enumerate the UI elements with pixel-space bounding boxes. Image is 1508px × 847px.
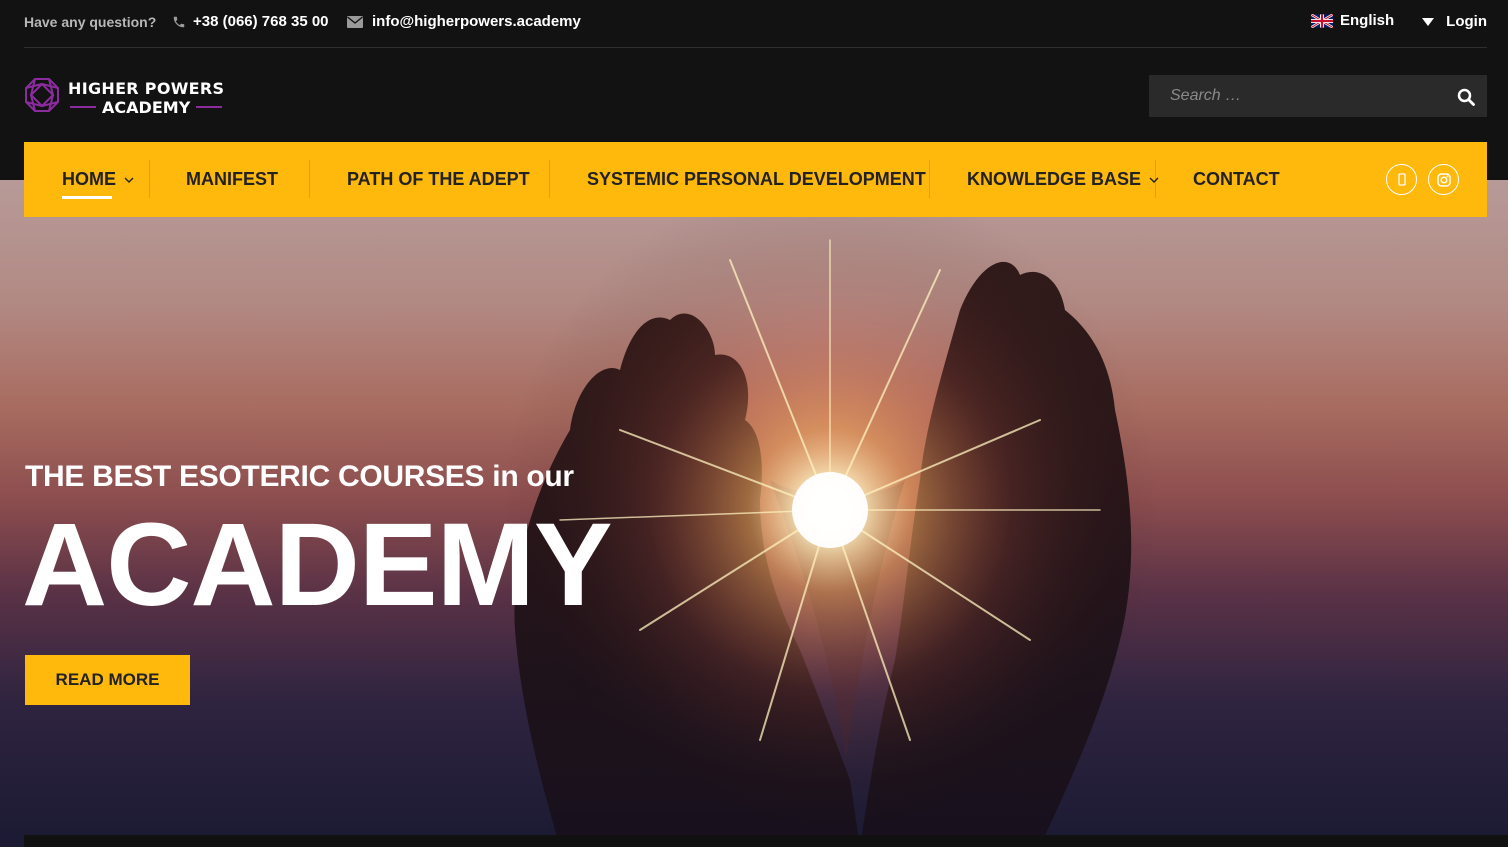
logo-line-2: ACADEMY: [102, 97, 191, 117]
nav-divider: [929, 160, 930, 198]
top-bar: Have any question? +38 (066) 768 35 00 i…: [0, 0, 1508, 48]
instagram-icon[interactable]: [1428, 164, 1459, 195]
chevron-down-icon: [124, 177, 134, 183]
login-menu[interactable]: Login: [1422, 13, 1487, 30]
nav-item-manifest[interactable]: MANIFEST: [186, 142, 278, 217]
hero-subtitle-bold: THE BEST ESOTERIC COURSES: [25, 460, 485, 493]
gem-icon: [24, 77, 60, 118]
nav-item-label: SYSTEMIC PERSONAL DEVELOPMENT: [587, 169, 926, 189]
question-label: Have any question?: [24, 14, 157, 30]
nav-item-label: PATH OF THE ADEPT: [347, 169, 530, 189]
nav-item-knowledge-base[interactable]: KNOWLEDGE BASE: [967, 142, 1159, 217]
phone-icon: [172, 15, 186, 29]
email-address: info@higherpowers.academy: [372, 13, 581, 30]
main-nav: HOME MANIFEST PATH OF THE ADEPT SYSTEMIC…: [24, 142, 1487, 217]
nav-item-label: MANIFEST: [186, 169, 278, 189]
nav-item-path-of-the-adept[interactable]: PATH OF THE ADEPT: [347, 142, 530, 217]
nav-divider: [149, 160, 150, 198]
nav-divider: [309, 160, 310, 198]
caret-down-icon: [1422, 17, 1435, 26]
nav-item-label: HOME: [62, 169, 116, 189]
logo-text: HIGHER POWERS ACADEMY: [68, 79, 224, 117]
login-label: Login: [1446, 13, 1487, 30]
phone-link[interactable]: +38 (066) 768 35 00: [172, 13, 329, 30]
hero-subtitle-rest: in our: [492, 460, 574, 493]
site-logo[interactable]: HIGHER POWERS ACADEMY: [24, 77, 224, 118]
facebook-icon[interactable]: [1386, 164, 1417, 195]
logo-line-1: HIGHER POWERS: [68, 78, 225, 98]
read-more-button[interactable]: READ MORE: [25, 655, 190, 705]
search-box: [1149, 75, 1487, 117]
top-bar-inner: Have any question? +38 (066) 768 35 00 i…: [24, 0, 1487, 48]
active-indicator: [62, 196, 112, 199]
hero-bottom-strip: [24, 835, 1508, 847]
nav-item-systemic-personal-development[interactable]: SYSTEMIC PERSONAL DEVELOPMENT: [587, 142, 926, 217]
uk-flag-icon: [1310, 12, 1334, 29]
email-link[interactable]: info@higherpowers.academy: [347, 13, 581, 30]
language-selector[interactable]: English: [1310, 12, 1395, 29]
hero-subtitle: THE BEST ESOTERIC COURSES in our: [25, 460, 574, 494]
logo-dash-right: [196, 106, 223, 108]
nav-item-label: CONTACT: [1193, 169, 1280, 189]
search-input[interactable]: [1149, 75, 1439, 117]
nav-divider: [549, 160, 550, 198]
phone-number: +38 (066) 768 35 00: [193, 13, 329, 30]
nav-item-contact[interactable]: CONTACT: [1193, 142, 1280, 217]
envelope-icon: [347, 15, 363, 28]
nav-item-home[interactable]: HOME: [62, 142, 134, 217]
nav-item-label: KNOWLEDGE BASE: [967, 169, 1142, 189]
logo-line-2-wrap: ACADEMY: [70, 97, 223, 117]
language-label: English: [1340, 12, 1395, 29]
logo-dash-left: [70, 106, 97, 108]
hero-title: ACADEMY: [22, 499, 613, 631]
nav-divider: [1155, 160, 1156, 198]
search-icon[interactable]: [1455, 86, 1477, 108]
